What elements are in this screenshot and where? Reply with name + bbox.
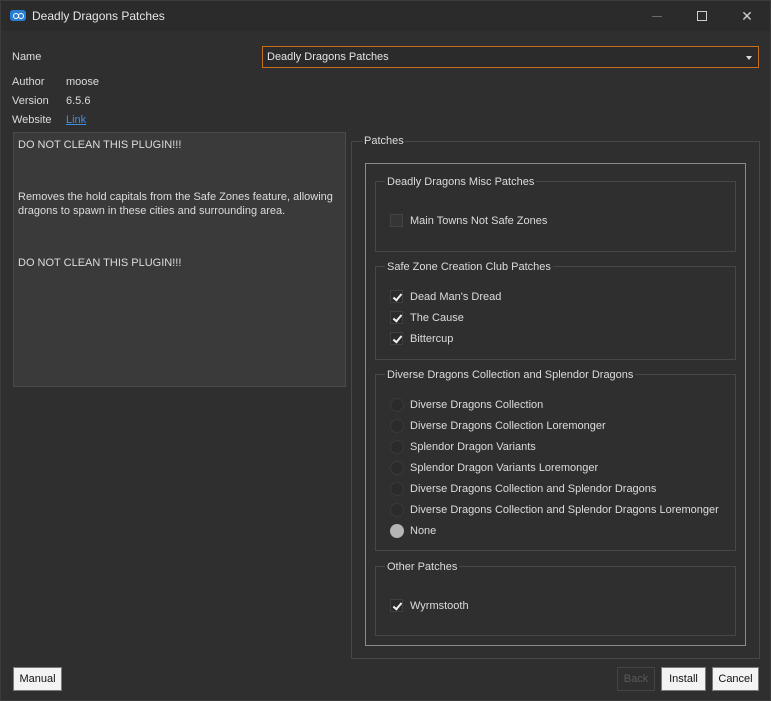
- patch-label: Bittercup: [410, 333, 454, 345]
- author-value: moose: [66, 76, 100, 88]
- website-link[interactable]: Link: [66, 114, 86, 126]
- description-panel[interactable]: DO NOT CLEAN THIS PLUGIN!!! Removes the …: [13, 132, 346, 387]
- version-value: 6.5.6: [66, 95, 91, 107]
- chevron-down-icon: [746, 56, 752, 60]
- checkmark-icon[interactable]: [390, 290, 403, 303]
- checkmark-icon[interactable]: [390, 332, 403, 345]
- patch-group-title: Deadly Dragons Misc Patches: [385, 176, 537, 188]
- window-title: Deadly Dragons Patches: [32, 9, 165, 23]
- patch-label: Dead Man's Dread: [410, 291, 502, 303]
- minimize-button[interactable]: [633, 1, 679, 31]
- radio-icon[interactable]: [390, 419, 404, 433]
- patch-group-title: Diverse Dragons Collection and Splendor …: [385, 369, 636, 381]
- checkmark-icon[interactable]: [390, 311, 403, 324]
- app-icon: [10, 10, 26, 21]
- maximize-button[interactable]: [679, 1, 725, 31]
- description-line: DO NOT CLEAN THIS PLUGIN!!!: [18, 257, 182, 269]
- radio-icon[interactable]: [390, 503, 404, 517]
- website-label: Website: [12, 114, 52, 126]
- title-bar[interactable]: Deadly Dragons Patches ✕: [1, 1, 770, 31]
- patch-label: Diverse Dragons Collection: [410, 399, 544, 411]
- version-label: Version: [12, 95, 49, 107]
- radio-icon[interactable]: [390, 482, 404, 496]
- minimize-icon: [652, 16, 662, 17]
- patch-label: Diverse Dragons Collection Loremonger: [410, 420, 606, 432]
- cancel-button[interactable]: Cancel: [712, 667, 759, 691]
- checkmark-icon[interactable]: [390, 599, 403, 612]
- name-label: Name: [12, 51, 42, 63]
- description-line: DO NOT CLEAN THIS PLUGIN!!!: [18, 139, 182, 151]
- patch-label: The Cause: [410, 312, 464, 324]
- close-icon: ✕: [741, 8, 753, 24]
- back-button[interactable]: Back: [617, 667, 655, 691]
- patch-group-title: Safe Zone Creation Club Patches: [385, 261, 553, 273]
- install-button[interactable]: Install: [661, 667, 706, 691]
- description-line: Removes the hold capitals from the Safe …: [18, 191, 333, 217]
- patch-label: Wyrmstooth: [410, 600, 469, 612]
- installer-window: Deadly Dragons Patches ✕ Name Deadly Dra…: [0, 0, 771, 701]
- close-button[interactable]: ✕: [724, 1, 770, 31]
- patch-label: Splendor Dragon Variants Loremonger: [410, 462, 599, 474]
- author-label: Author: [12, 76, 45, 88]
- patch-label: Main Towns Not Safe Zones: [410, 215, 548, 227]
- maximize-icon: [697, 11, 707, 21]
- patch-label: Diverse Dragons Collection and Splendor …: [410, 483, 657, 495]
- radio-icon[interactable]: [390, 398, 404, 412]
- patch-label: Diverse Dragons Collection and Splendor …: [410, 504, 719, 516]
- name-select[interactable]: Deadly Dragons Patches: [262, 46, 759, 68]
- name-select-value: Deadly Dragons Patches: [267, 51, 389, 63]
- patch-group-title: Other Patches: [385, 561, 460, 573]
- radio-selected-icon[interactable]: [390, 524, 404, 538]
- radio-icon[interactable]: [390, 440, 404, 454]
- patch-label: None: [410, 525, 437, 537]
- manual-button[interactable]: Manual: [13, 667, 62, 691]
- patch-label: Splendor Dragon Variants: [410, 441, 536, 453]
- radio-icon[interactable]: [390, 461, 404, 475]
- patches-group-title: Patches: [363, 135, 405, 147]
- checkbox-box[interactable]: [390, 214, 403, 227]
